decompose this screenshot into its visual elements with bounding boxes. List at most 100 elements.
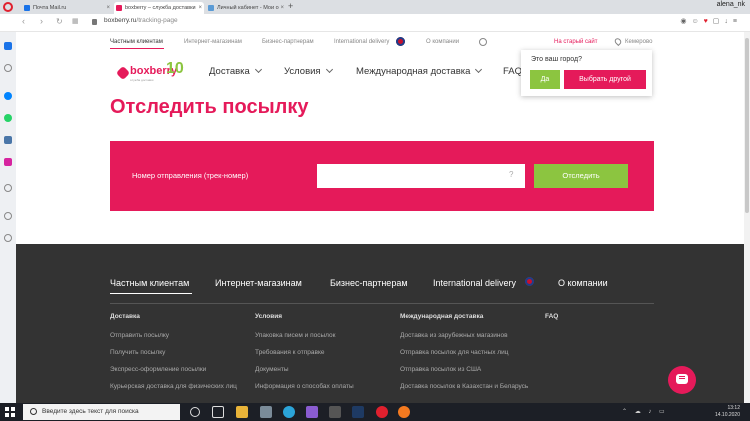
tab-title: Почта Mail.ru — [33, 5, 67, 11]
footer-link[interactable]: Документы — [255, 365, 385, 375]
forward-icon[interactable]: › — [40, 16, 43, 26]
heart-icon[interactable]: ♥ — [704, 18, 713, 25]
chevron-down-icon — [254, 65, 262, 74]
boxberry-logo[interactable]: boxberry 10 служба доставки — [115, 60, 184, 86]
whatsapp-icon[interactable] — [4, 114, 12, 122]
download-icon[interactable]: ↓ — [724, 18, 733, 25]
topnav-business-partners[interactable]: Бизнес-партнерам — [262, 39, 314, 45]
footer-link[interactable]: Экспресс-оформление посылки — [110, 365, 240, 375]
footer-tab-business[interactable]: Бизнес-партнерам — [330, 278, 408, 288]
footer-link[interactable]: Упаковка писем и посылок — [255, 331, 385, 341]
mainnav-delivery[interactable]: Доставка — [209, 65, 262, 77]
camera-icon[interactable]: ◉ — [680, 18, 691, 25]
tab-boxberry[interactable]: boxberry – служба доставки × — [114, 2, 204, 14]
opera-logo-icon[interactable] — [3, 2, 13, 12]
boxberry-page: Частным клиентам Интернет-магазинам Бизн… — [16, 32, 750, 403]
file-explorer-icon[interactable] — [236, 406, 248, 418]
instagram-icon[interactable] — [4, 158, 12, 166]
city-yes-button[interactable]: Да — [530, 70, 560, 89]
footer-link[interactable]: Отправка посылок из США — [400, 365, 530, 375]
media-icon[interactable] — [329, 406, 341, 418]
footer-tab-international[interactable]: International delivery — [433, 278, 516, 288]
new-tab-button[interactable]: + — [288, 1, 293, 11]
tab-title: Личный кабинет - Мои о — [217, 5, 279, 11]
reload-icon[interactable]: ↻ — [56, 17, 63, 26]
footer-tab-stores[interactable]: Интернет-магазинам — [215, 278, 302, 288]
system-tray-icons[interactable]: ⌃ ☁ ♪ ▭ — [622, 408, 668, 415]
chat-button[interactable] — [668, 366, 696, 394]
grid-icon[interactable]: ▦ — [72, 17, 79, 25]
footer-col-heading[interactable]: FAQ — [545, 313, 558, 320]
uk-flag-icon — [396, 37, 405, 46]
edge-icon[interactable] — [283, 406, 295, 418]
smile-icon[interactable]: ☺ — [691, 18, 703, 25]
taskbar-search-input[interactable]: Введите здесь текст для поиска — [23, 404, 180, 420]
history-icon[interactable] — [4, 234, 12, 242]
url-field[interactable]: boxberry.ru/tracking-page — [104, 17, 178, 24]
mainnav-faq[interactable]: FAQ — [503, 66, 522, 77]
app-icon[interactable] — [306, 406, 318, 418]
store-icon[interactable] — [260, 406, 272, 418]
topnav-private-clients[interactable]: Частным клиентам — [110, 39, 163, 45]
mainnav-international[interactable]: Международная доставка — [356, 65, 483, 77]
search-icon[interactable] — [479, 38, 487, 46]
footer-link[interactable]: Информация о способах оплаты — [255, 382, 385, 392]
tab-account[interactable]: Личный кабинет - Мои о × — [206, 2, 286, 14]
boxberry-favicon-icon — [116, 5, 122, 11]
clock-time: 13:12 — [727, 405, 740, 411]
close-icon[interactable]: × — [280, 2, 284, 14]
opera-sidebar — [0, 32, 16, 403]
footer-link[interactable]: Доставка посылок в Казахстан и Беларусь — [400, 382, 530, 392]
logo-anniversary: 10 — [166, 60, 184, 77]
chevron-down-icon — [475, 65, 483, 74]
footer-link[interactable]: Отправить посылку — [110, 331, 240, 341]
footer-tab-about[interactable]: О компании — [558, 278, 608, 288]
windows-start-icon[interactable] — [5, 407, 15, 417]
city-link[interactable]: Кемерово — [625, 39, 652, 45]
opera-icon[interactable] — [376, 406, 388, 418]
url-domain: boxberry.ru — [104, 17, 137, 24]
address-bar: ‹ › ↻ ▦ boxberry.ru/tracking-page ◉☺♥▢↓≡ — [0, 14, 750, 32]
footer-link[interactable]: Получить посылку — [110, 348, 240, 358]
close-icon[interactable]: × — [198, 2, 202, 14]
back-icon[interactable]: ‹ — [22, 16, 25, 26]
bookmark-icon[interactable]: ▢ — [713, 18, 725, 25]
help-icon[interactable]: ? — [509, 170, 513, 179]
footer-col-heading[interactable]: Доставка — [110, 313, 140, 320]
vk-icon[interactable] — [4, 136, 12, 144]
footer-link[interactable]: Доставка из зарубежных магазинов — [400, 331, 530, 341]
firefox-icon[interactable] — [398, 406, 410, 418]
url-path: /tracking-page — [136, 17, 178, 24]
send-icon[interactable] — [4, 184, 12, 192]
photoshop-icon[interactable] — [352, 406, 364, 418]
city-other-button[interactable]: Выбрать другой — [564, 70, 646, 89]
footer-link[interactable]: Курьерская доставка для физических лиц — [110, 382, 240, 392]
tracking-number-input[interactable] — [317, 164, 525, 188]
favorites-icon[interactable] — [4, 212, 12, 220]
footer-col-heading[interactable]: Международная доставка — [400, 313, 483, 320]
footer-link[interactable]: Требования к отправке — [255, 348, 385, 358]
topnav-international[interactable]: International delivery — [334, 39, 389, 45]
topnav-online-stores[interactable]: Интернет-магазинам — [184, 39, 242, 45]
track-button[interactable]: Отследить — [534, 164, 628, 188]
footer-tab-private[interactable]: Частным клиентам — [110, 278, 189, 288]
screen: Почта Mail.ru × boxberry – служба достав… — [0, 0, 750, 421]
topnav-about[interactable]: О компании — [426, 39, 459, 45]
messenger-icon[interactable] — [4, 92, 12, 100]
close-icon[interactable]: × — [106, 2, 110, 14]
clock[interactable]: 13:12 14.10.2020 — [715, 405, 740, 419]
old-site-link[interactable]: На старый сайт — [554, 39, 597, 45]
footer-link[interactable]: Отправка посылок для частных лиц — [400, 348, 530, 358]
footer-col-heading[interactable]: Условия — [255, 313, 282, 320]
task-view-icon[interactable] — [212, 406, 224, 418]
tab-title: boxberry – служба доставки — [125, 5, 196, 11]
mainnav-conditions[interactable]: Условия — [284, 65, 333, 77]
cortana-icon[interactable] — [190, 407, 200, 417]
menu-icon[interactable]: ≡ — [733, 18, 742, 25]
speed-dial-icon[interactable] — [4, 42, 12, 50]
scrollbar-thumb[interactable] — [745, 38, 749, 213]
windows-taskbar: Введите здесь текст для поиска ⌃ ☁ ♪ ▭ 1… — [0, 403, 750, 421]
tab-mail[interactable]: Почта Mail.ru × — [22, 2, 112, 14]
home-icon[interactable] — [4, 64, 12, 72]
tracking-form: Номер отправления (трек-номер) ? Отследи… — [110, 141, 654, 211]
